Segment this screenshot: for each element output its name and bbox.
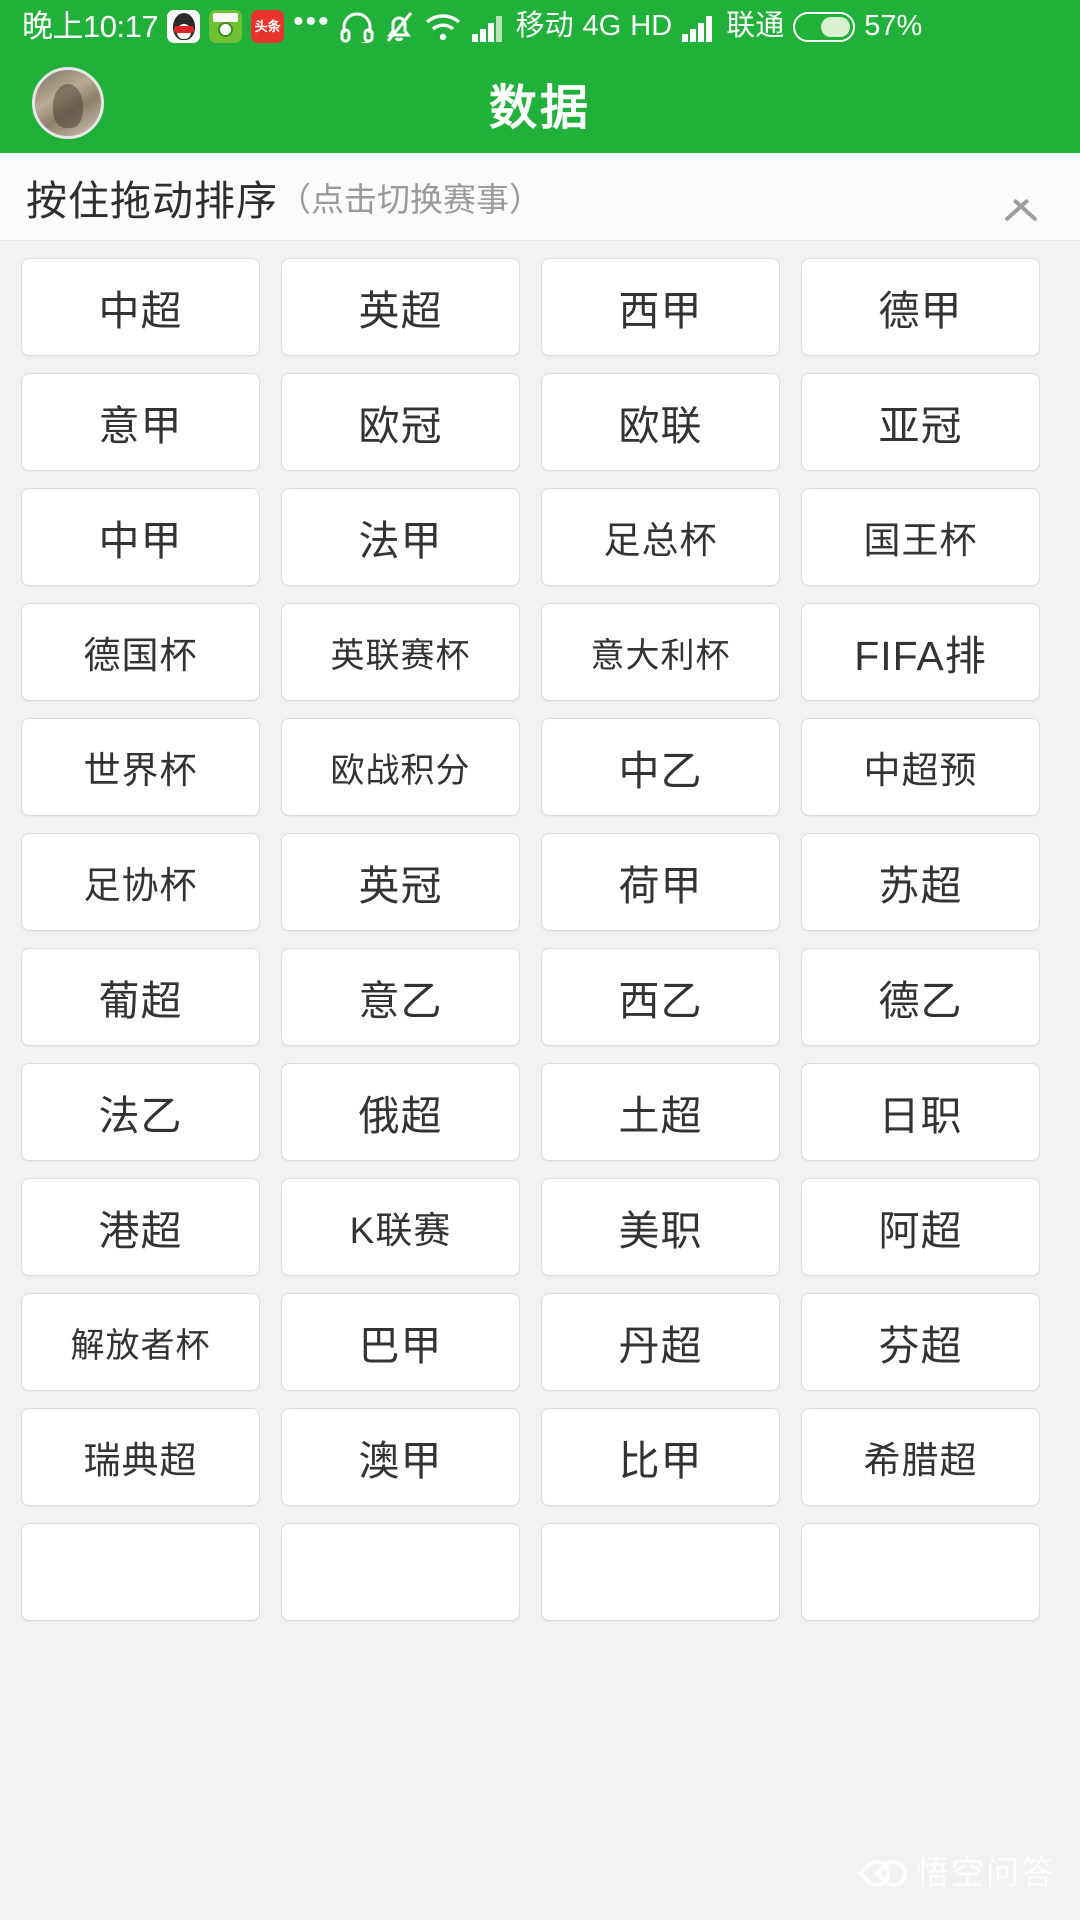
league-grid: 中超 英超 西甲 德甲意甲 欧冠 欧联 亚冠中甲 法甲 足总杯 国王杯德国杯 英联赛杯 意大利杯 FIF…	[0, 241, 1080, 1920]
league-chip[interactable]: 俄超	[281, 1063, 520, 1161]
league-chip[interactable]: 欧战积分	[281, 718, 520, 816]
league-chip[interactable]: 意大利杯	[541, 603, 780, 701]
league-chip[interactable]: 美职	[541, 1178, 780, 1276]
league-chip[interactable]: 西甲	[541, 258, 780, 356]
league-chip[interactable]: 法乙	[21, 1063, 260, 1161]
league-chip[interactable]: 英超	[281, 258, 520, 356]
overflow-dots-icon: •••	[293, 4, 331, 38]
league-chip[interactable]: 中乙	[541, 718, 780, 816]
status-bar: 晚上10:17 头条 ••• 移动 4G HD 联通 57%	[0, 0, 1080, 53]
league-chip[interactable]: 法甲	[281, 488, 520, 586]
league-chip[interactable]: 英冠	[281, 833, 520, 931]
league-chip[interactable]: 中超	[21, 258, 260, 356]
league-chip[interactable]: 国王杯	[801, 488, 1040, 586]
league-chip[interactable]	[541, 1523, 780, 1621]
league-chip[interactable]: 德甲	[801, 258, 1040, 356]
league-chip[interactable]: 意乙	[281, 948, 520, 1046]
league-chip[interactable]: 英联赛杯	[281, 603, 520, 701]
watermark: 悟空问答	[863, 1846, 1056, 1894]
sort-header-main-label: 按住拖动排序	[26, 177, 278, 224]
league-chip[interactable]: 西乙	[541, 948, 780, 1046]
sort-header-sub-label: （点击切换赛事）	[278, 180, 542, 218]
league-chip[interactable]: 巴甲	[281, 1293, 520, 1391]
league-chip[interactable]: 土超	[541, 1063, 780, 1161]
league-chip[interactable]: 世界杯	[21, 718, 260, 816]
league-chip[interactable]: 解放者杯	[21, 1293, 260, 1391]
toutiao-icon: 头条	[251, 10, 285, 43]
league-chip[interactable]	[801, 1523, 1040, 1621]
league-chip[interactable]: 中超预	[801, 718, 1040, 816]
league-chip[interactable]: 日职	[801, 1063, 1040, 1161]
watermark-label: 悟空问答	[916, 1854, 1056, 1891]
football-app-icon	[209, 10, 243, 43]
league-chip[interactable]: 欧联	[541, 373, 780, 471]
league-chip[interactable]: 足协杯	[21, 833, 260, 931]
league-chip[interactable]: 芬超	[801, 1293, 1040, 1391]
league-chip[interactable]	[21, 1523, 260, 1621]
battery-icon	[793, 11, 856, 42]
league-chip[interactable]: 比甲	[541, 1408, 780, 1506]
signal-bars-icon	[471, 12, 507, 42]
league-chip[interactable]: 欧冠	[281, 373, 520, 471]
league-chip[interactable]: 足总杯	[541, 488, 780, 586]
league-chip[interactable]: 德国杯	[21, 603, 260, 701]
league-chip[interactable]: 希腊超	[801, 1408, 1040, 1506]
battery-percent-label: 57%	[864, 10, 923, 42]
league-chip[interactable]: 苏超	[801, 833, 1040, 931]
league-chip[interactable]: 港超	[21, 1178, 260, 1276]
bell-muted-icon	[383, 10, 415, 44]
league-chip[interactable]: 阿超	[801, 1178, 1040, 1276]
league-chip[interactable]: K联赛	[281, 1178, 520, 1276]
carrier-primary-label: 移动	[515, 10, 574, 42]
headset-icon	[340, 11, 374, 43]
league-chip[interactable]: 中甲	[21, 488, 260, 586]
qq-icon	[167, 10, 201, 43]
sort-header-bar[interactable]: 按住拖动排序 （点击切换赛事）	[0, 153, 1080, 241]
carrier-secondary-label: 联通	[726, 10, 785, 42]
league-chip[interactable]: 丹超	[541, 1293, 780, 1391]
league-chip[interactable]: 意甲	[21, 373, 260, 471]
league-chip[interactable]: 澳甲	[281, 1408, 520, 1506]
league-chip[interactable]: 亚冠	[801, 373, 1040, 471]
app-header: 数据	[0, 53, 1080, 153]
chevron-up-icon[interactable]	[998, 174, 1044, 220]
hd-label: HD	[630, 10, 673, 42]
signal-bars-secondary-icon	[681, 12, 717, 42]
league-chip[interactable]: 葡超	[21, 948, 260, 1046]
wifi-icon	[424, 12, 462, 42]
league-chip[interactable]: FIFA排	[801, 603, 1040, 701]
page-title: 数据	[488, 82, 591, 135]
league-chip[interactable]	[281, 1523, 520, 1621]
wukong-logo-icon	[863, 1857, 907, 1883]
league-chip[interactable]: 瑞典超	[21, 1408, 260, 1506]
status-time: 晚上10:17	[22, 9, 159, 44]
network-type-label: 4G	[582, 10, 622, 42]
league-chip[interactable]: 荷甲	[541, 833, 780, 931]
league-chip[interactable]: 德乙	[801, 948, 1040, 1046]
